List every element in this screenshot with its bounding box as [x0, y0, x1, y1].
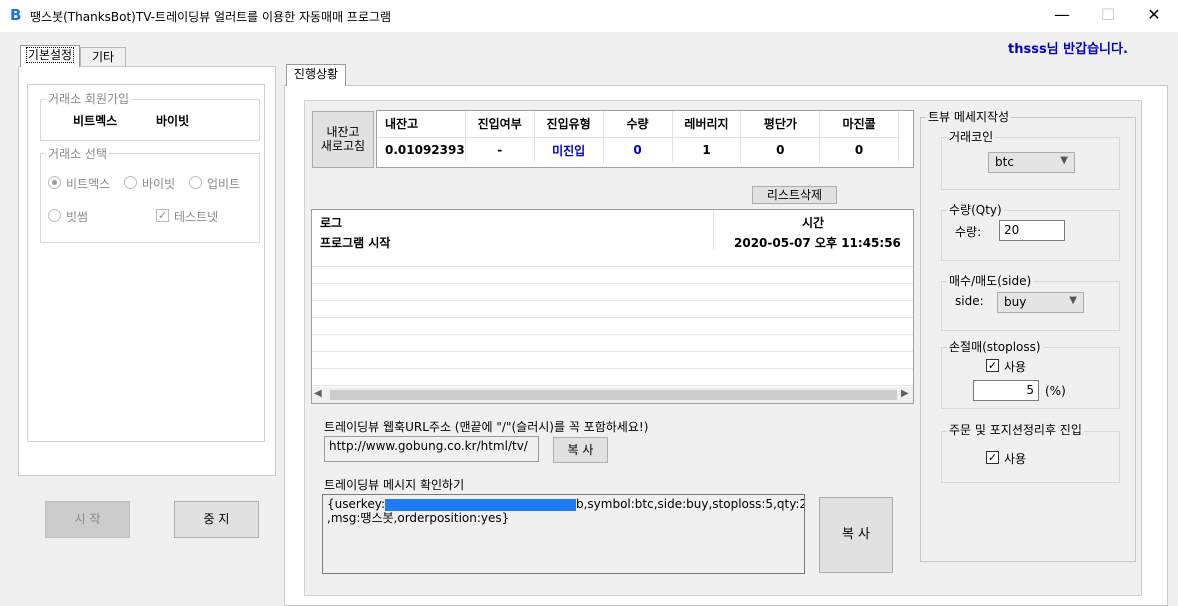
exchange-signup-label: 거래소 회원가입 — [46, 90, 132, 107]
log-list[interactable]: 로그 시간 프로그램 시작 2020-05-07 오후 11:45:56 ◀ ▶ — [311, 209, 914, 404]
balance-value-cell: 0 — [603, 137, 673, 163]
start-button[interactable]: 시 작 — [45, 501, 130, 538]
stoploss-checkbox[interactable]: ✓ — [986, 359, 999, 372]
message-line1-suffix: b,symbol:btc,side:buy,stoploss:5,qty:20 — [575, 497, 805, 511]
redacted-userkey — [384, 498, 576, 511]
balance-value-cell: 0 — [740, 137, 821, 163]
chevron-down-icon: ▼ — [1069, 295, 1077, 306]
order-checkbox[interactable]: ✓ — [986, 451, 999, 464]
minimize-button[interactable]: — — [1040, 0, 1084, 32]
tab-etc[interactable]: 기타 — [80, 47, 126, 67]
message-line2: ,msg:땡스봇,orderposition:yes} — [327, 511, 510, 525]
log-row-message: 프로그램 시작 — [320, 236, 391, 250]
radio-upbit-label: 업비트 — [207, 177, 241, 191]
refresh-balance-label-2: 새로고침 — [320, 139, 366, 153]
clear-list-button[interactable]: 리스트삭제 — [752, 186, 837, 204]
scrollbar-thumb[interactable] — [330, 390, 897, 400]
tab-basic-settings[interactable]: 기본설정 — [20, 45, 80, 67]
balance-header-cell: 진입여부 — [465, 111, 535, 138]
radio-bitmex-label: 비트멕스 — [66, 177, 111, 191]
radio-bitmex[interactable] — [48, 176, 61, 189]
balance-value-cell: 0 — [819, 137, 899, 163]
order-group — [941, 431, 1120, 483]
side-field-label: side: — [955, 294, 984, 308]
close-button[interactable]: ✕ — [1132, 0, 1176, 32]
qty-input[interactable]: 20 — [999, 220, 1065, 241]
radio-upbit[interactable] — [189, 176, 202, 189]
stop-button[interactable]: 중 지 — [174, 501, 259, 538]
balance-header-cell: 마진콜 — [819, 111, 899, 138]
title-bar: B 땡스봇(ThanksBot)TV-트레이딩뷰 얼러트를 이용한 자동매매 프… — [0, 0, 1178, 32]
tab-progress[interactable]: 진행상황 — [286, 64, 346, 86]
radio-bithumb-label: 빗썸 — [66, 210, 89, 224]
log-row-time: 2020-05-07 오후 11:45:56 — [734, 236, 901, 250]
side-label: 매수/매도(side) — [947, 272, 1034, 289]
message-text-field[interactable]: {userkey: b,symbol:btc,side:buy,stoploss:… — [322, 494, 805, 574]
tv-message-label: 트뷰 메세지작성 — [926, 108, 1012, 125]
coin-select[interactable]: btc ▼ — [988, 152, 1075, 173]
radio-bithumb[interactable] — [48, 209, 61, 222]
balance-header-row: 내잔고 진입여부 진입유형 수량 레버리지 평단가 마진콜 — [377, 111, 899, 138]
refresh-balance-button[interactable]: 내잔고 새로고침 — [312, 111, 374, 168]
qty-label: 수량(Qty) — [947, 201, 1004, 218]
balance-header-cell: 내잔고 — [377, 111, 466, 138]
balance-header-cell: 레버리지 — [672, 111, 742, 138]
balance-value-row: 0.01092393 - 미진입 0 1 0 0 — [377, 137, 899, 163]
stoploss-unit: (%) — [1045, 384, 1066, 398]
exchange-select-group — [40, 153, 260, 243]
chevron-down-icon: ▼ — [1060, 155, 1068, 166]
log-header-message: 로그 — [320, 216, 343, 230]
qty-field-label: 수량: — [955, 225, 982, 239]
maximize-button[interactable]: ☐ — [1086, 0, 1130, 32]
balance-value-cell: 1 — [672, 137, 742, 163]
coin-select-value: btc — [995, 155, 1014, 169]
exchange-select-label: 거래소 선택 — [46, 145, 110, 162]
copy-message-button[interactable]: 복 사 — [819, 497, 893, 573]
scroll-right-icon[interactable]: ▶ — [901, 388, 909, 399]
scroll-left-icon[interactable]: ◀ — [314, 388, 322, 399]
side-select[interactable]: buy ▼ — [997, 292, 1084, 313]
radio-bybit-label: 바이빗 — [142, 177, 176, 191]
tab-basic-settings-label: 기본설정 — [25, 47, 75, 63]
log-empty-rows — [312, 250, 913, 387]
order-label: 주문 및 포지션정리후 진입 — [947, 421, 1084, 438]
balance-table: 내잔고 진입여부 진입유형 수량 레버리지 평단가 마진콜 0.01092393… — [376, 110, 914, 168]
stoploss-label: 손절매(stoploss) — [947, 338, 1043, 355]
balance-header-cell: 진입유형 — [534, 111, 604, 138]
coin-label: 거래코인 — [947, 128, 996, 145]
log-horizontal-scrollbar[interactable]: ◀ ▶ — [312, 387, 913, 403]
balance-header-cell: 수량 — [603, 111, 673, 138]
radio-bybit[interactable] — [124, 176, 137, 189]
greeting-text: thsss님 반갑습니다. — [1008, 42, 1128, 57]
balance-value-cell: 미진입 — [534, 137, 604, 163]
bitmex-signup-link[interactable]: 비트멕스 — [73, 112, 117, 129]
window-title: 땡스봇(ThanksBot)TV-트레이딩뷰 얼러트를 이용한 자동매매 프로그… — [30, 10, 392, 24]
app-logo-icon: B — [10, 6, 22, 24]
balance-header-cell: 평단가 — [740, 111, 821, 138]
stoploss-input[interactable]: 5 — [973, 380, 1039, 401]
copy-webhook-button[interactable]: 복 사 — [553, 437, 608, 463]
log-header-time: 시간 — [802, 216, 825, 230]
refresh-balance-label-1: 내잔고 — [326, 125, 360, 139]
order-use-label: 사용 — [1004, 452, 1027, 466]
balance-value-cell: - — [465, 137, 535, 163]
bybit-signup-link[interactable]: 바이빗 — [156, 112, 189, 129]
testnet-label: 테스트넷 — [174, 210, 219, 224]
stoploss-use-label: 사용 — [1004, 360, 1027, 374]
side-select-value: buy — [1004, 295, 1027, 309]
message-check-label: 트레이딩뷰 메시지 확인하기 — [324, 478, 465, 492]
webhook-label: 트레이딩뷰 웹훅URL주소 (맨끝에 "/"(슬러시)를 꼭 포함하세요!) — [324, 420, 649, 434]
balance-value-cell: 0.01092393 — [377, 137, 466, 163]
message-line1-prefix: {userkey: — [327, 497, 385, 511]
testnet-checkbox[interactable]: ✓ — [156, 209, 169, 222]
webhook-url-field[interactable]: http://www.gobung.co.kr/html/tv/ — [324, 436, 539, 462]
